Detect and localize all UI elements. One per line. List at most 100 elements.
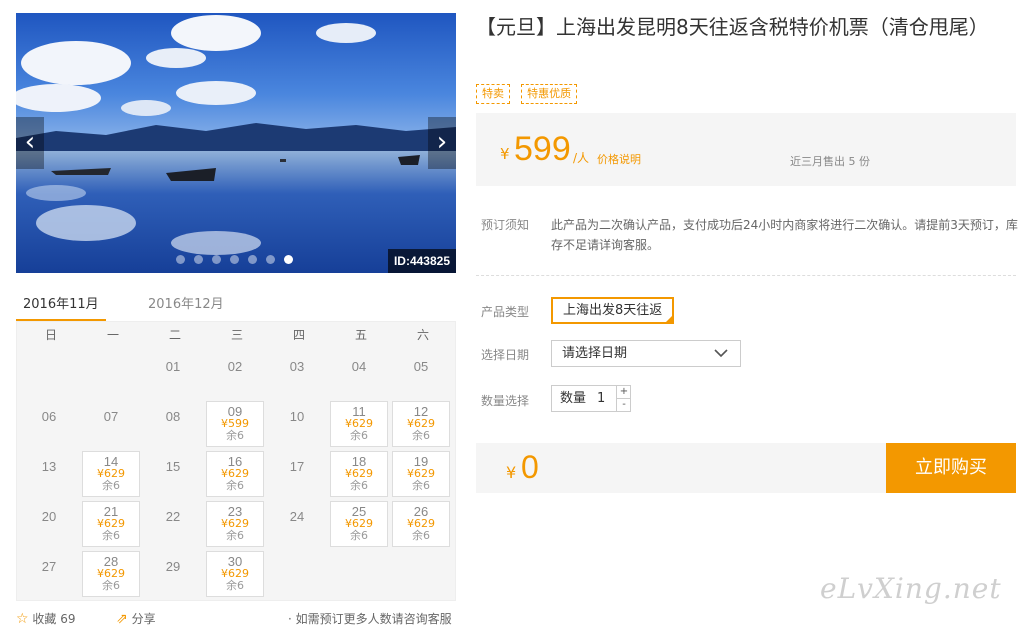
action-footer: ☆ 收藏 69 ⇗ 分享 · 如需预订更多人数请咨询客服 [16, 610, 466, 625]
calendar-day: 02 [206, 351, 264, 397]
day-stock: 余6 [102, 529, 120, 542]
day-stock: 余6 [226, 529, 244, 542]
notice-text: 此产品为二次确认产品，支付成功后24小时内商家将进行二次确认。请提前3天预订，库… [551, 218, 1018, 252]
date-label: 选择日期 [481, 348, 530, 362]
day-stock: 余6 [226, 479, 244, 492]
gallery-dots [176, 249, 302, 264]
calendar-day: 13 [20, 451, 78, 497]
day-number: 10 [289, 409, 305, 424]
star-icon: ☆ [16, 611, 29, 625]
date-select-value: 请选择日期 [562, 346, 628, 361]
quantity-minus-button[interactable]: - [616, 399, 631, 412]
tab-month-dec[interactable]: 2016年12月 [148, 293, 224, 312]
gallery-dot[interactable] [248, 255, 257, 264]
calendar-day: 07 [82, 401, 140, 447]
day-stock: 余6 [350, 479, 368, 492]
quantity-value[interactable]: 1 [597, 386, 605, 411]
day-stock: 余6 [226, 429, 244, 442]
gallery-dot[interactable] [266, 255, 275, 264]
calendar-day: 22 [144, 501, 202, 547]
lake-landscape-photo [16, 13, 456, 273]
calendar-day-available[interactable]: 12 ¥629 余6 [392, 401, 450, 447]
divider [476, 275, 1016, 276]
price-unit: /人 [573, 151, 590, 165]
day-number: 03 [289, 359, 305, 374]
day-number: 22 [165, 509, 181, 524]
buy-now-button[interactable]: 立即购买 [886, 443, 1016, 493]
calendar-day-available[interactable]: 23 ¥629 余6 [206, 501, 264, 547]
calendar-day-available[interactable]: 19 ¥629 余6 [392, 451, 450, 497]
calendar-day-available[interactable]: 14 ¥629 余6 [82, 451, 140, 497]
share-button[interactable]: ⇗ 分享 [116, 610, 156, 625]
quantity-plus-button[interactable]: + [616, 386, 631, 399]
day-stock: 余6 [412, 429, 430, 442]
sold-count: 近三月售出 5 份 [790, 155, 870, 168]
quantity-label: 数量选择 [481, 394, 530, 408]
day-number: 05 [413, 359, 429, 374]
day-number: 13 [41, 459, 57, 474]
calendar-day-available[interactable]: 26 ¥629 余6 [392, 501, 450, 547]
month-tabs: 2016年11月 2016年12月 [16, 288, 456, 322]
calendar-day-available[interactable]: 30 ¥629 余6 [206, 551, 264, 597]
day-stock: 余6 [350, 429, 368, 442]
day-number: 27 [41, 559, 57, 574]
quantity-inner-label: 数量 [560, 391, 587, 406]
weekday-fri: 五 [354, 328, 367, 342]
day-stock: 余6 [102, 579, 120, 592]
product-type-option[interactable]: 上海出发8天往返 [551, 297, 675, 324]
gallery-dot[interactable] [230, 255, 239, 264]
calendar-day: 10 [268, 401, 326, 447]
quantity-stepper: 数量 1 + - [551, 385, 631, 412]
calendar-day: 17 [268, 451, 326, 497]
product-title: 【元旦】上海出发昆明8天往返含税特价机票（清仓甩尾） [476, 15, 989, 39]
calendar-day-available[interactable]: 21 ¥629 余6 [82, 501, 140, 547]
price-panel: ¥ 599 /人 价格说明 近三月售出 5 份 [476, 113, 1016, 186]
chevron-down-icon [714, 349, 728, 358]
favorite-button[interactable]: ☆ 收藏 69 [16, 610, 75, 625]
gallery-prev-button[interactable]: ‹ [16, 117, 44, 169]
gallery-next-button[interactable]: › [428, 117, 456, 169]
day-number: 06 [41, 409, 57, 424]
calendar-day-available[interactable]: 25 ¥629 余6 [330, 501, 388, 547]
day-number: 01 [165, 359, 181, 374]
day-stock: 余6 [102, 479, 120, 492]
calendar-day: 08 [144, 401, 202, 447]
calendar-day-available[interactable]: 16 ¥629 余6 [206, 451, 264, 497]
total-currency: ¥ [506, 463, 517, 482]
favorite-label: 收藏 69 [32, 612, 76, 625]
price-calendar: 日 一 二 三 四 五 六 01 02 03 04 05 06 07 08 09 ¥599 余6 10… [16, 321, 456, 601]
calendar-day: 27 [20, 551, 78, 597]
day-stock: 余6 [350, 529, 368, 542]
weekday-sat: 六 [416, 328, 429, 342]
photo-gallery: ‹ › ID:443825 [16, 13, 456, 273]
calendar-day-available[interactable]: 18 ¥629 余6 [330, 451, 388, 497]
gallery-dot[interactable] [194, 255, 203, 264]
tag-sale: 特卖 [476, 84, 510, 104]
calendar-day: 01 [144, 351, 202, 397]
total-price: 0 [521, 449, 539, 485]
weekday-thu: 四 [292, 328, 305, 342]
weekday-tue: 二 [168, 328, 181, 342]
day-number: 29 [165, 559, 181, 574]
price-explanation-link[interactable]: 价格说明 [597, 151, 641, 167]
day-number: 08 [165, 409, 181, 424]
gallery-dot[interactable] [284, 255, 293, 264]
calendar-day-available[interactable]: 09 ¥599 余6 [206, 401, 264, 447]
weekday-mon: 一 [106, 328, 119, 342]
product-tags: 特卖 特惠优质 [476, 82, 583, 104]
day-stock: 余6 [226, 579, 244, 592]
calendar-day: 03 [268, 351, 326, 397]
calendar-day: 29 [144, 551, 202, 597]
day-number: 20 [41, 509, 57, 524]
day-number: 17 [289, 459, 305, 474]
gallery-dot[interactable] [176, 255, 185, 264]
calendar-day-available[interactable]: 11 ¥629 余6 [330, 401, 388, 447]
group-booking-tip: · 如需预订更多人数请咨询客服 [288, 612, 452, 625]
date-select[interactable]: 请选择日期 [551, 340, 741, 367]
share-icon: ⇗ [116, 611, 128, 625]
gallery-dot[interactable] [212, 255, 221, 264]
calendar-day: 06 [20, 401, 78, 447]
currency-symbol: ¥ [500, 145, 510, 163]
calendar-day-available[interactable]: 28 ¥629 余6 [82, 551, 140, 597]
tab-month-nov[interactable]: 2016年11月 [23, 293, 99, 312]
